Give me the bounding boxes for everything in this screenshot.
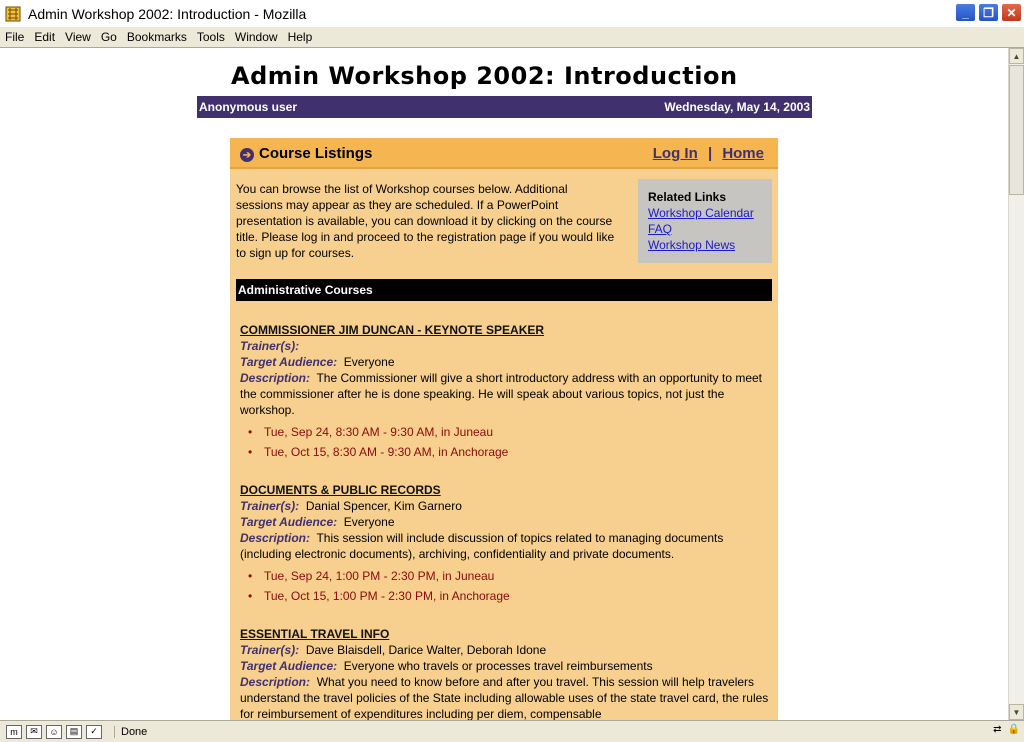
mozilla-app-icon (4, 5, 22, 23)
session-list: • Tue, Sep 24, 8:30 AM - 9:30 AM, in June… (240, 422, 772, 462)
course-title-link[interactable]: DOCUMENTS & PUBLIC RECORDS (240, 482, 772, 498)
menu-help[interactable]: Help (283, 30, 318, 44)
panel-header: ➔ Course Listings Log In | Home (230, 138, 778, 169)
panel-links: Log In | Home (653, 145, 764, 162)
audience-label: Target Audience: (240, 659, 338, 673)
audience-value: Everyone (343, 515, 395, 529)
description-row: Description: This session will include d… (240, 530, 772, 562)
link-separator: | (707, 145, 713, 162)
page-title: Admin Workshop 2002: Introduction (231, 62, 738, 90)
related-links-title: Related Links (648, 190, 727, 204)
course-listings-panel: ➔ Course Listings Log In | Home You can … (230, 138, 778, 720)
menu-bar: File Edit View Go Bookmarks Tools Window… (0, 27, 1024, 48)
intro-text: You can browse the list of Workshop cour… (236, 182, 615, 260)
menu-edit[interactable]: Edit (29, 30, 60, 44)
trainers-label: Trainer(s): (240, 643, 300, 657)
description-value: The Commissioner will give a short intro… (240, 371, 762, 417)
user-name: Anonymous user (199, 100, 298, 114)
trainers-value: Danial Spencer, Kim Garnero (305, 499, 462, 513)
audience-label: Target Audience: (240, 515, 338, 529)
navigator-icon[interactable]: m (6, 724, 22, 739)
maximize-button[interactable]: ❐ (978, 3, 999, 22)
status-bar: m ✉ ☺ ▤ ✓ Done ⇄ 🔒 (0, 720, 1024, 742)
security-lock-icon: 🔒 (1007, 724, 1020, 735)
audience-row: Target Audience: Everyone (240, 514, 772, 530)
menu-bookmarks[interactable]: Bookmarks (122, 30, 192, 44)
mail-icon[interactable]: ✉ (26, 724, 42, 739)
window-title-bar: Admin Workshop 2002: Introduction - Mozi… (0, 0, 1024, 27)
menu-file[interactable]: File (0, 30, 29, 44)
address-book-icon[interactable]: ✓ (86, 724, 102, 739)
session-text: Tue, Oct 15, 1:00 PM - 2:30 PM, in Ancho… (264, 589, 510, 603)
session-item: • Tue, Oct 15, 1:00 PM - 2:30 PM, in Anch… (248, 589, 510, 603)
login-link[interactable]: Log In (653, 145, 698, 162)
scroll-thumb[interactable] (1009, 65, 1024, 195)
course-item: COMMISSIONER JIM DUNCAN - KEYNOTE SPEAKE… (240, 322, 772, 462)
description-row: Description: The Commissioner will give … (240, 370, 772, 418)
panel-title: Course Listings (259, 145, 373, 162)
audience-value: Everyone who travels or processes travel… (343, 659, 653, 673)
description-value: What you need to know before and after y… (240, 675, 769, 720)
session-item: • Tue, Sep 24, 1:00 PM - 2:30 PM, in June… (248, 569, 495, 583)
menu-view[interactable]: View (60, 30, 96, 44)
workshop-news-link[interactable]: Workshop News (648, 237, 772, 253)
session-list: • Tue, Sep 24, 1:00 PM - 2:30 PM, in June… (240, 566, 772, 606)
trainers-row: Trainer(s): Danial Spencer, Kim Garnero (240, 498, 772, 514)
trainers-row: Trainer(s): Dave Blaisdell, Darice Walte… (240, 642, 772, 658)
menu-go[interactable]: Go (96, 30, 122, 44)
close-button[interactable]: ✕ (1001, 3, 1022, 22)
course-item: DOCUMENTS & PUBLIC RECORDS Trainer(s): D… (240, 482, 772, 606)
description-row: Description: What you need to know befor… (240, 674, 772, 720)
session-text: Tue, Oct 15, 8:30 AM - 9:30 AM, in Ancho… (264, 445, 509, 459)
description-label: Description: (240, 371, 311, 385)
description-label: Description: (240, 531, 311, 545)
current-date: Wednesday, May 14, 2003 (664, 100, 810, 114)
arrow-right-icon: ➔ (240, 148, 254, 162)
online-status-icon: ⇄ (993, 724, 1002, 735)
home-link[interactable]: Home (722, 145, 764, 162)
minimize-button[interactable]: _ (955, 3, 976, 22)
trainers-label: Trainer(s): (240, 339, 300, 353)
audience-row: Target Audience: Everyone (240, 354, 772, 370)
status-text: Done (114, 725, 147, 738)
faq-link[interactable]: FAQ (648, 221, 772, 237)
description-label: Description: (240, 675, 311, 689)
course-title-link[interactable]: COMMISSIONER JIM DUNCAN - KEYNOTE SPEAKE… (240, 322, 772, 338)
description-value: This session will include discussion of … (240, 531, 724, 561)
trainers-value: Dave Blaisdell, Darice Walter, Deborah I… (305, 643, 547, 657)
chat-icon[interactable]: ☺ (46, 724, 62, 739)
audience-row: Target Audience: Everyone who travels or… (240, 658, 772, 674)
composer-icon[interactable]: ▤ (66, 724, 82, 739)
course-title-link[interactable]: ESSENTIAL TRAVEL INFO (240, 626, 772, 642)
menu-window[interactable]: Window (230, 30, 283, 44)
section-header: Administrative Courses (236, 279, 772, 301)
trainers-label: Trainer(s): (240, 499, 300, 513)
vertical-scrollbar[interactable]: ▲ ▼ (1008, 48, 1024, 720)
course-item: ESSENTIAL TRAVEL INFO Trainer(s): Dave B… (240, 626, 772, 720)
session-item: • Tue, Sep 24, 8:30 AM - 9:30 AM, in June… (248, 425, 494, 439)
audience-value: Everyone (343, 355, 395, 369)
scroll-up-arrow-icon[interactable]: ▲ (1009, 48, 1024, 64)
page-viewport: Admin Workshop 2002: Introduction Anonym… (0, 48, 1008, 720)
menu-tools[interactable]: Tools (192, 30, 230, 44)
scroll-down-arrow-icon[interactable]: ▼ (1009, 704, 1024, 720)
session-item: • Tue, Oct 15, 8:30 AM - 9:30 AM, in Anch… (248, 445, 509, 459)
audience-label: Target Audience: (240, 355, 338, 369)
session-text: Tue, Sep 24, 8:30 AM - 9:30 AM, in Junea… (264, 425, 494, 439)
trainers-row: Trainer(s): (240, 338, 772, 354)
user-bar: Anonymous user Wednesday, May 14, 2003 (197, 96, 812, 118)
window-title: Admin Workshop 2002: Introduction - Mozi… (28, 5, 307, 22)
related-links-box: Related Links Workshop Calendar FAQ Work… (638, 179, 772, 263)
session-text: Tue, Sep 24, 1:00 PM - 2:30 PM, in Junea… (264, 569, 495, 583)
workshop-calendar-link[interactable]: Workshop Calendar (648, 205, 772, 221)
